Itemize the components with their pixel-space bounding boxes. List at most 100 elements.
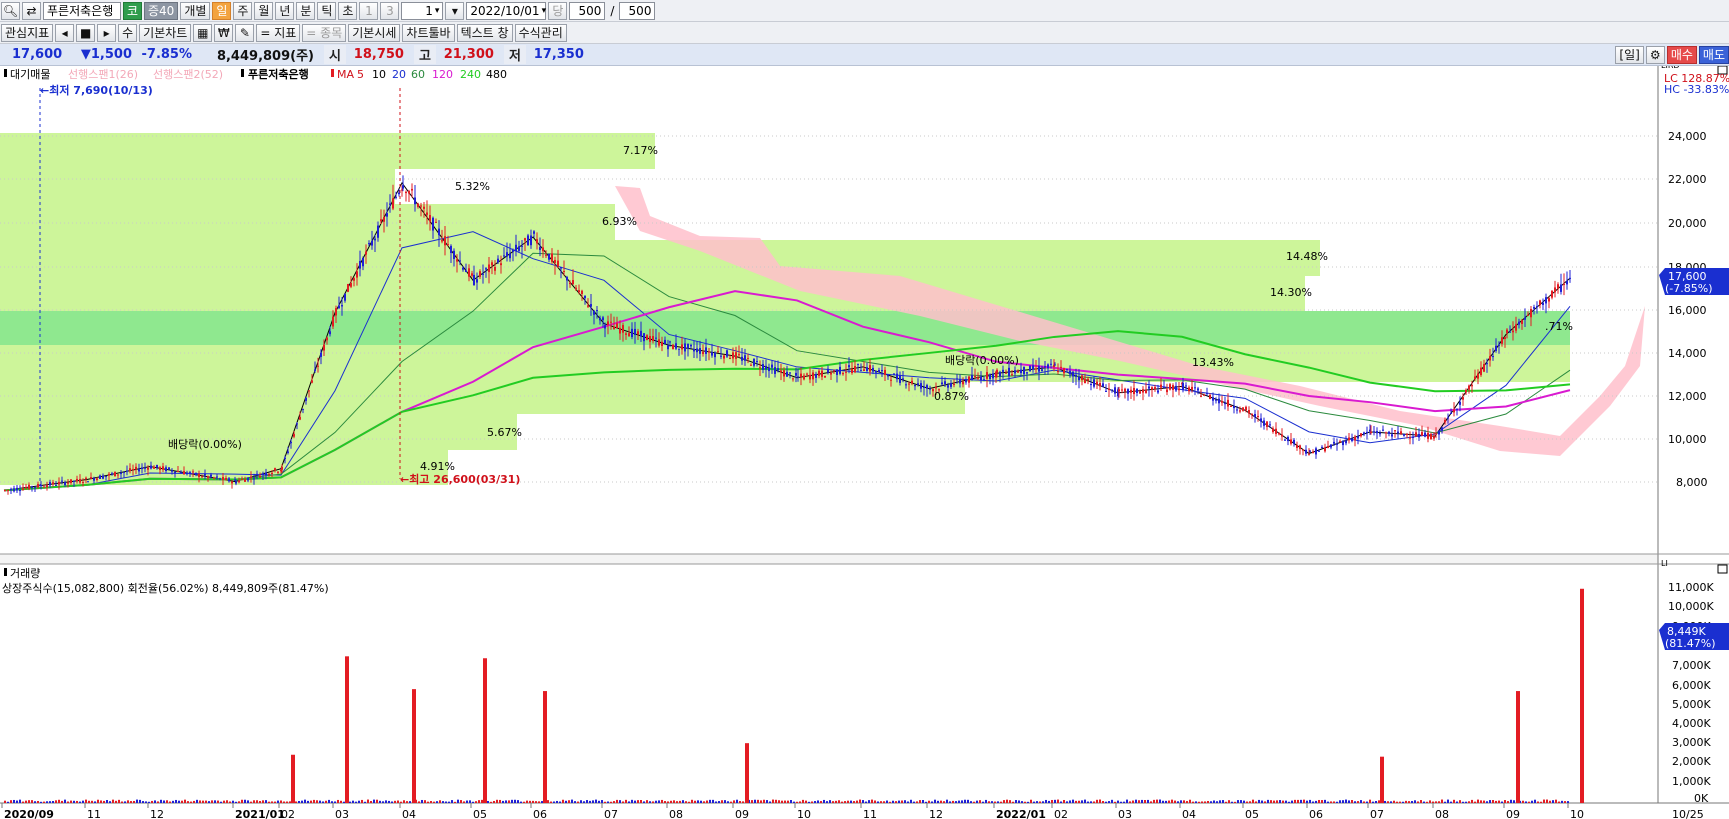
period-second-button[interactable]: 초	[338, 1, 358, 20]
volume-bar	[373, 799, 375, 803]
volume-bar	[673, 800, 675, 803]
volume-bar	[1507, 801, 1509, 803]
volume-bar	[1060, 801, 1062, 803]
basic-price-button[interactable]: 기본시세	[348, 23, 401, 42]
candle-body	[1370, 431, 1372, 433]
candle-body	[1096, 381, 1098, 385]
formula-manager-button[interactable]: 수식관리	[514, 23, 567, 42]
candle-body	[795, 372, 797, 376]
legend-span2[interactable]: 선행스팬2(52)	[153, 68, 223, 81]
vol-y-label: 11,000K	[1668, 581, 1714, 594]
volume-bar	[718, 801, 720, 803]
period-day-button[interactable]: 일	[212, 1, 232, 20]
scroll-stop-button[interactable]: ■	[76, 23, 96, 42]
legend-stock[interactable]: 푸른저축은행	[248, 67, 309, 81]
text-window-button[interactable]: 텍스트 창	[456, 23, 513, 42]
indicator-button[interactable]: = 지표	[256, 23, 301, 42]
volume-bar	[289, 801, 291, 803]
won-button[interactable]: ₩	[214, 23, 234, 42]
volume-bar	[457, 799, 459, 803]
candle-body	[25, 487, 27, 489]
interval-input[interactable]: 1 ▾	[401, 1, 444, 20]
legend-span1[interactable]: 선행스팬1(26)	[68, 68, 138, 81]
legend-ma20[interactable]: 20	[392, 68, 406, 81]
refresh-button[interactable]: ⇄	[22, 1, 41, 20]
search-button[interactable]: 🔍︎	[1, 1, 20, 20]
panel-splitter[interactable]	[0, 554, 1658, 564]
volume-bar	[1180, 800, 1182, 803]
legend-ma240[interactable]: 240	[460, 68, 481, 81]
interest-indicator-button[interactable]: 관심지표	[1, 23, 54, 42]
dang-button[interactable]: 당	[548, 1, 568, 20]
maximize-icon[interactable]	[1717, 564, 1728, 574]
x-tick-label: 06	[533, 808, 547, 819]
candle-body	[917, 383, 919, 385]
interval-dropdown-button[interactable]: ▾	[445, 1, 465, 20]
candle-body	[259, 475, 261, 478]
individual-button[interactable]: 개별	[180, 1, 211, 20]
date-input[interactable]: 2022/10/01 ▾	[466, 1, 547, 20]
volume-bar	[172, 800, 174, 803]
stock-compare-button[interactable]: = 종목	[302, 23, 347, 42]
volume-bar	[22, 801, 24, 803]
candle-body	[108, 473, 110, 476]
period-year-button[interactable]: 년	[275, 1, 295, 20]
volume-bar	[370, 801, 372, 803]
volume-bar	[325, 800, 327, 803]
period-week-button[interactable]: 주	[233, 1, 253, 20]
volume-bar	[775, 799, 777, 803]
legend-ma120[interactable]: 120	[432, 68, 453, 81]
candle-body	[34, 487, 36, 489]
trade-volume: 8,449,809(주)	[216, 49, 314, 64]
volume-bar	[907, 801, 909, 803]
candle-body	[1512, 330, 1514, 333]
stock-name-field[interactable]: 푸른저축은행	[43, 1, 121, 20]
basic-chart-button[interactable]: 기본차트	[139, 23, 192, 42]
candle-body	[1081, 375, 1083, 381]
chart-toolbar-button[interactable]: 차트툴바	[402, 23, 455, 42]
stock-chart[interactable]: 대기매물 선행스팬1(26) 선행스팬2(52) 푸른저축은행 MA 5 10 …	[0, 66, 1729, 819]
volume-bar	[802, 799, 804, 803]
candle-body	[664, 339, 666, 344]
candle-body	[482, 273, 484, 275]
candle-body	[120, 473, 122, 475]
legend-ma5[interactable]: 5	[357, 68, 364, 81]
zone-pct-717: 7.17%	[623, 144, 658, 157]
tool-button[interactable]: ✎	[235, 23, 255, 42]
period-minute-button[interactable]: 분	[296, 1, 316, 20]
legend-ma480[interactable]: 480	[486, 68, 507, 81]
volume-bar	[628, 801, 630, 803]
scroll-right-button[interactable]: ▸	[97, 23, 117, 42]
period-month-button[interactable]: 월	[254, 1, 274, 20]
legend-supply[interactable]: 대기매물	[10, 68, 50, 81]
candle-body	[599, 317, 601, 321]
period-tick-button[interactable]: 틱	[317, 1, 337, 20]
count-input[interactable]: 500	[569, 1, 606, 20]
settings-button[interactable]: ▦	[193, 23, 213, 42]
day-button[interactable]: [일]	[1615, 46, 1644, 64]
volume-bar	[10, 800, 12, 803]
minute-3-button[interactable]: 3	[380, 1, 400, 20]
legend-ma[interactable]: MA	[337, 68, 354, 81]
total-input[interactable]: 500	[619, 1, 656, 20]
axis-mode-icon[interactable]: LIRD	[1661, 66, 1680, 70]
candle-body	[887, 375, 889, 377]
options-button[interactable]: ⚙	[1645, 46, 1665, 64]
volume-bar	[1138, 800, 1140, 803]
candle-body	[950, 383, 952, 387]
buy-button[interactable]: 매수	[1666, 46, 1697, 64]
minute-1-button[interactable]: 1	[359, 1, 379, 20]
su-button[interactable]: 수	[118, 23, 138, 42]
axis-mode-icon[interactable]: LI	[1661, 559, 1668, 568]
x-tick-label: 08	[669, 808, 683, 819]
scroll-left-button[interactable]: ◂	[55, 23, 75, 42]
legend-ma10[interactable]: 10	[372, 68, 386, 81]
x-tick-label: 11	[863, 808, 877, 819]
candle-body	[1121, 389, 1123, 391]
volume-title[interactable]: 거래량	[10, 567, 40, 580]
candle-body	[667, 345, 669, 350]
sell-button[interactable]: 매도	[1698, 46, 1729, 64]
candle-body	[320, 352, 322, 357]
legend-ma60[interactable]: 60	[411, 68, 425, 81]
candle-body	[1403, 434, 1405, 436]
